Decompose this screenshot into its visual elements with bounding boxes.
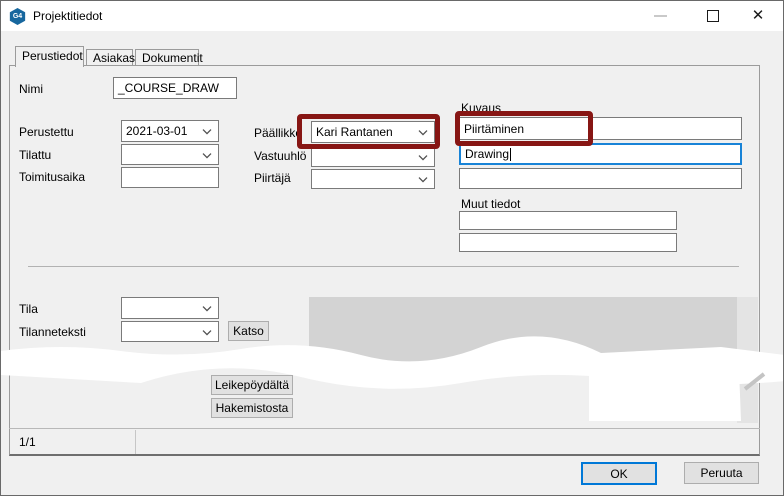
nimi-field[interactable]: _COURSE_DRAW bbox=[113, 77, 237, 99]
erased-region bbox=[1, 289, 784, 435]
ok-button[interactable]: OK bbox=[581, 462, 657, 485]
kuvaus-field-2[interactable]: Drawing bbox=[459, 143, 742, 165]
kuvaus-field-2-value: Drawing bbox=[465, 147, 509, 161]
vastuuhlo-label: Vastuuhlö bbox=[254, 149, 306, 163]
muut-tiedot-field-1[interactable] bbox=[459, 211, 677, 230]
chevron-down-icon bbox=[202, 306, 212, 312]
maximize-button[interactable] bbox=[704, 7, 722, 25]
minimize-icon bbox=[654, 15, 667, 17]
peruuta-button[interactable]: Peruuta bbox=[684, 462, 759, 484]
close-button[interactable]: ✕ bbox=[749, 7, 767, 25]
section-separator bbox=[28, 266, 739, 267]
leikepoydalta-button[interactable]: Leikepöydältä bbox=[211, 375, 293, 395]
tila-combobox[interactable] bbox=[121, 297, 219, 319]
perustettu-label: Perustettu bbox=[19, 125, 74, 139]
text-caret bbox=[510, 148, 511, 161]
chevron-down-icon bbox=[202, 329, 212, 335]
maximize-icon bbox=[707, 10, 719, 22]
app-icon: G4 bbox=[9, 8, 26, 25]
kuvaus-label: Kuvaus bbox=[461, 101, 501, 115]
tab-dokumentit[interactable]: Dokumentit bbox=[135, 49, 199, 66]
hakemistosta-button[interactable]: Hakemistosta bbox=[211, 398, 293, 418]
piirtaja-label: Piirtäjä bbox=[254, 171, 291, 185]
nimi-label: Nimi bbox=[19, 82, 43, 96]
project-info-dialog: G4 Projektitiedot ✕ Perustiedot Asiakas … bbox=[0, 0, 784, 496]
close-icon: ✕ bbox=[752, 7, 765, 25]
toimitusaika-field[interactable] bbox=[121, 167, 219, 188]
tilanneteksti-combobox[interactable] bbox=[121, 321, 219, 342]
kuvaus-field-1[interactable]: Piirtäminen bbox=[459, 117, 742, 140]
paallikko-label: Päällikkö bbox=[254, 126, 302, 140]
minimize-button bbox=[651, 7, 669, 25]
muut-tiedot-field-2[interactable] bbox=[459, 233, 677, 252]
chevron-down-icon bbox=[202, 152, 212, 158]
tila-label: Tila bbox=[19, 302, 38, 316]
title-bar: G4 Projektitiedot ✕ bbox=[1, 1, 783, 31]
muut-tiedot-label: Muut tiedot bbox=[461, 197, 520, 211]
chevron-down-icon bbox=[418, 155, 428, 161]
paallikko-value: Kari Rantanen bbox=[316, 125, 393, 139]
tab-asiakas[interactable]: Asiakas bbox=[86, 49, 133, 66]
perustettu-combobox[interactable]: 2021-03-01 bbox=[121, 120, 219, 142]
status-page-indicator: 1/1 bbox=[9, 430, 136, 454]
window-title: Projektitiedot bbox=[33, 9, 102, 23]
chevron-down-icon bbox=[202, 129, 212, 135]
piirtaja-combobox[interactable] bbox=[311, 169, 435, 189]
app-icon-label: G4 bbox=[13, 13, 22, 20]
tilattu-combobox[interactable] bbox=[121, 144, 219, 165]
tilattu-label: Tilattu bbox=[19, 148, 51, 162]
katso-button[interactable]: Katso bbox=[228, 321, 269, 341]
chevron-down-icon bbox=[418, 177, 428, 183]
perustettu-value: 2021-03-01 bbox=[126, 124, 187, 138]
paallikko-combobox[interactable]: Kari Rantanen bbox=[311, 121, 435, 143]
vastuuhlo-combobox[interactable] bbox=[311, 147, 435, 167]
tab-perustiedot[interactable]: Perustiedot bbox=[15, 46, 84, 67]
kuvaus-field-3[interactable] bbox=[459, 168, 742, 189]
status-bar: 1/1 bbox=[9, 428, 760, 454]
chevron-down-icon bbox=[418, 130, 428, 136]
tilanneteksti-label: Tilanneteksti bbox=[19, 325, 86, 339]
toimitusaika-label: Toimitusaika bbox=[19, 170, 85, 184]
